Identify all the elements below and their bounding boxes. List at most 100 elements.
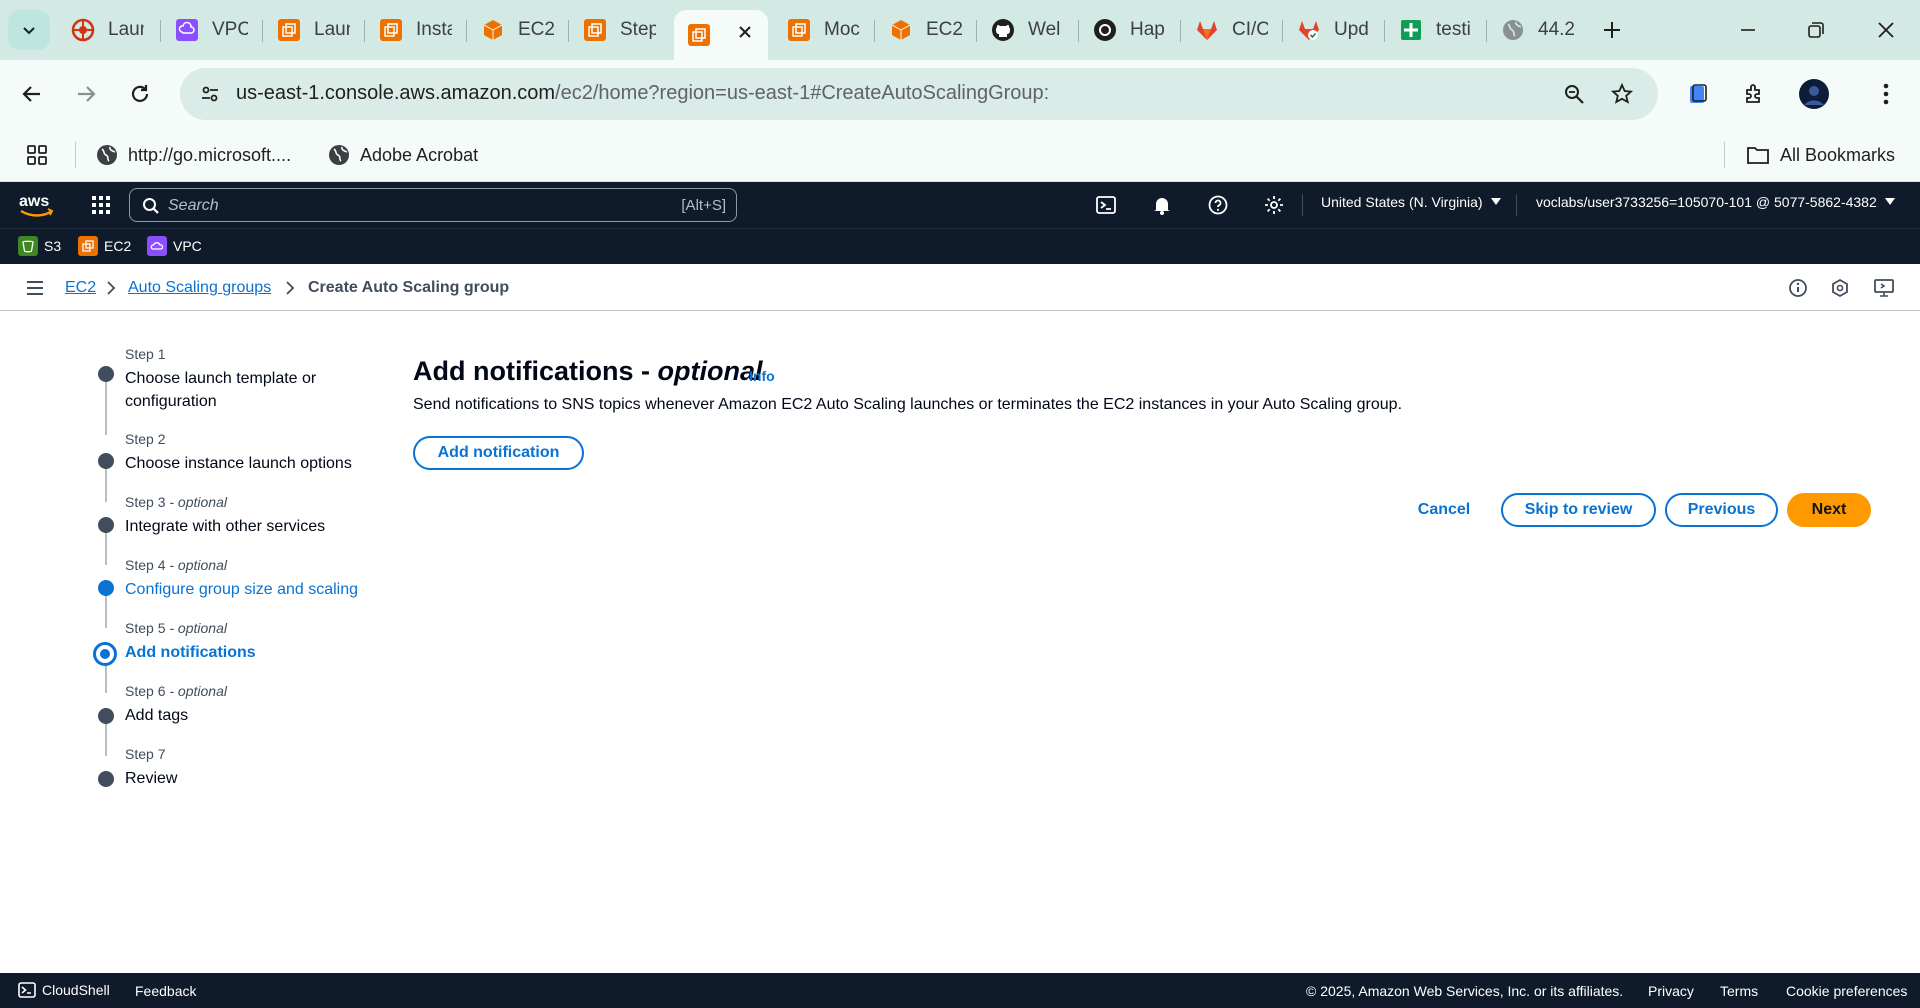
step-title: Review xyxy=(125,770,178,787)
browser-tab[interactable]: 44.2 xyxy=(1488,10,1588,50)
page-title: Add notifications - optional xyxy=(413,356,763,386)
favorite-ec2[interactable]: EC2 xyxy=(78,236,131,256)
feedback-link[interactable]: Feedback xyxy=(135,983,196,999)
browser-tab[interactable]: VPC xyxy=(162,10,262,50)
profile-avatar[interactable] xyxy=(1796,76,1832,112)
zoom-icon[interactable] xyxy=(1556,76,1592,112)
browser-tab[interactable]: Moc xyxy=(774,10,874,50)
aws-favorites-bar: S3 EC2 VPC xyxy=(0,228,1920,264)
browser-tab[interactable]: Laun xyxy=(58,10,158,50)
tab-search-button[interactable] xyxy=(8,10,50,50)
cloudshell-button[interactable]: CloudShell xyxy=(18,981,110,999)
restore-button[interactable] xyxy=(1798,12,1834,48)
close-window-button[interactable] xyxy=(1868,12,1904,48)
help-icon[interactable] xyxy=(1206,193,1230,217)
copyright-text: © 2025, Amazon Web Services, Inc. or its… xyxy=(1306,983,1624,999)
step-number: Step 4 - optional xyxy=(125,557,227,573)
browser-tab[interactable]: Step xyxy=(570,10,670,50)
step-number: Step 2 xyxy=(125,431,166,447)
reload-button[interactable] xyxy=(122,76,158,112)
site-info-icon[interactable] xyxy=(192,76,228,112)
aws-search-input[interactable] xyxy=(168,196,588,216)
notifications-bell-icon[interactable] xyxy=(1150,193,1174,217)
browser-tab[interactable]: CI/C xyxy=(1182,10,1282,50)
extensions-icon[interactable] xyxy=(1736,76,1772,112)
browser-tab[interactable]: Hap xyxy=(1080,10,1180,50)
forward-button[interactable] xyxy=(68,76,104,112)
browser-tab-active[interactable] xyxy=(674,10,768,60)
address-bar[interactable]: us-east-1.console.aws.amazon.com/ec2/hom… xyxy=(180,68,1658,120)
step-title: Choose launch template or configuration xyxy=(125,370,317,410)
feedback-icon[interactable] xyxy=(1830,278,1850,298)
step-dot xyxy=(98,771,114,787)
minimize-button[interactable] xyxy=(1730,12,1766,48)
aws-logo[interactable]: aws xyxy=(18,191,56,219)
breadcrumb-auto-scaling-groups[interactable]: Auto Scaling groups xyxy=(128,279,271,297)
browser-menu-button[interactable] xyxy=(1868,76,1904,112)
url-text[interactable]: us-east-1.console.aws.amazon.com/ec2/hom… xyxy=(236,82,1049,105)
add-notification-button[interactable]: Add notification xyxy=(413,436,584,470)
wizard-step-4[interactable]: Step 4 - optional Configure group size a… xyxy=(125,557,405,601)
step-dot-current xyxy=(93,642,117,666)
info-circle-icon[interactable] xyxy=(1788,278,1808,298)
privacy-link[interactable]: Privacy xyxy=(1648,983,1694,999)
cloudshell-icon[interactable] xyxy=(1094,193,1118,217)
favorite-s3[interactable]: S3 xyxy=(18,236,61,256)
more-vert-icon xyxy=(1883,83,1889,105)
cookie-preferences-link[interactable]: Cookie preferences xyxy=(1786,983,1907,999)
bookmark-label: Adobe Acrobat xyxy=(360,144,479,165)
chevron-down-icon xyxy=(23,27,35,35)
bookmark-item[interactable]: Adobe Acrobat xyxy=(328,140,478,170)
apps-grid-icon[interactable] xyxy=(26,140,48,170)
tab-title: Insta xyxy=(416,19,452,40)
gitlab-icon xyxy=(1296,17,1322,43)
account-label: voclabs/user3733256=105070-101 @ 5077-58… xyxy=(1536,194,1877,210)
step-title-link[interactable]: Configure group size and scaling xyxy=(125,578,405,601)
settings-gear-icon[interactable] xyxy=(1262,193,1286,217)
bookmark-item[interactable]: http://go.microsoft.... xyxy=(96,140,291,170)
favorite-vpc[interactable]: VPC xyxy=(147,236,202,256)
region-selector[interactable]: United States (N. Virginia) xyxy=(1321,194,1501,210)
info-link[interactable]: Info xyxy=(749,368,775,384)
tab-title: EC2 xyxy=(518,19,554,40)
ec2-icon xyxy=(786,17,812,43)
tutorial-panel-icon[interactable] xyxy=(1874,278,1896,298)
browser-tab[interactable]: Laun xyxy=(264,10,364,50)
all-bookmarks-button[interactable]: All Bookmarks xyxy=(1746,140,1895,170)
restore-icon xyxy=(1808,22,1824,38)
next-button[interactable]: Next xyxy=(1787,493,1871,527)
step-dot xyxy=(98,517,114,533)
back-button[interactable] xyxy=(14,76,50,112)
wizard-step-5: Step 5 - optional Add notifications xyxy=(125,620,405,664)
minimize-icon xyxy=(1741,29,1755,31)
tab-title: 44.2 xyxy=(1538,19,1574,40)
caret-down-icon xyxy=(1884,198,1895,205)
bookmark-star-icon[interactable] xyxy=(1604,76,1640,112)
tab-title: Wel xyxy=(1028,19,1061,40)
browser-tab[interactable]: testi xyxy=(1386,10,1486,50)
aws-red-icon xyxy=(70,17,96,43)
chevron-right-icon xyxy=(286,281,295,295)
caret-down-icon xyxy=(1490,198,1501,205)
step-number: Step 3 - optional xyxy=(125,494,227,510)
browser-tab[interactable]: EC2 xyxy=(876,10,976,50)
svg-text:aws: aws xyxy=(19,193,49,210)
skip-to-review-button[interactable]: Skip to review xyxy=(1501,493,1656,527)
breadcrumb-ec2[interactable]: EC2 xyxy=(65,279,96,297)
account-menu[interactable]: voclabs/user3733256=105070-101 @ 5077-58… xyxy=(1536,194,1895,210)
previous-button[interactable]: Previous xyxy=(1665,493,1778,527)
terms-link[interactable]: Terms xyxy=(1720,983,1758,999)
translate-icon[interactable] xyxy=(1680,76,1716,112)
cancel-button[interactable]: Cancel xyxy=(1409,493,1479,527)
browser-tab[interactable]: Upd xyxy=(1284,10,1384,50)
tab-title: Upd xyxy=(1334,19,1369,40)
aws-search-box[interactable]: [Alt+S] xyxy=(129,188,737,222)
sheets-icon xyxy=(1398,17,1424,43)
services-grid-icon[interactable] xyxy=(89,193,113,217)
browser-tab[interactable]: EC2 xyxy=(468,10,568,50)
browser-tab[interactable]: Wel xyxy=(978,10,1078,50)
close-tab-icon[interactable] xyxy=(732,19,758,45)
new-tab-button[interactable] xyxy=(1596,14,1628,46)
browser-tab[interactable]: Insta xyxy=(366,10,466,50)
side-navigation-toggle[interactable] xyxy=(25,279,45,297)
